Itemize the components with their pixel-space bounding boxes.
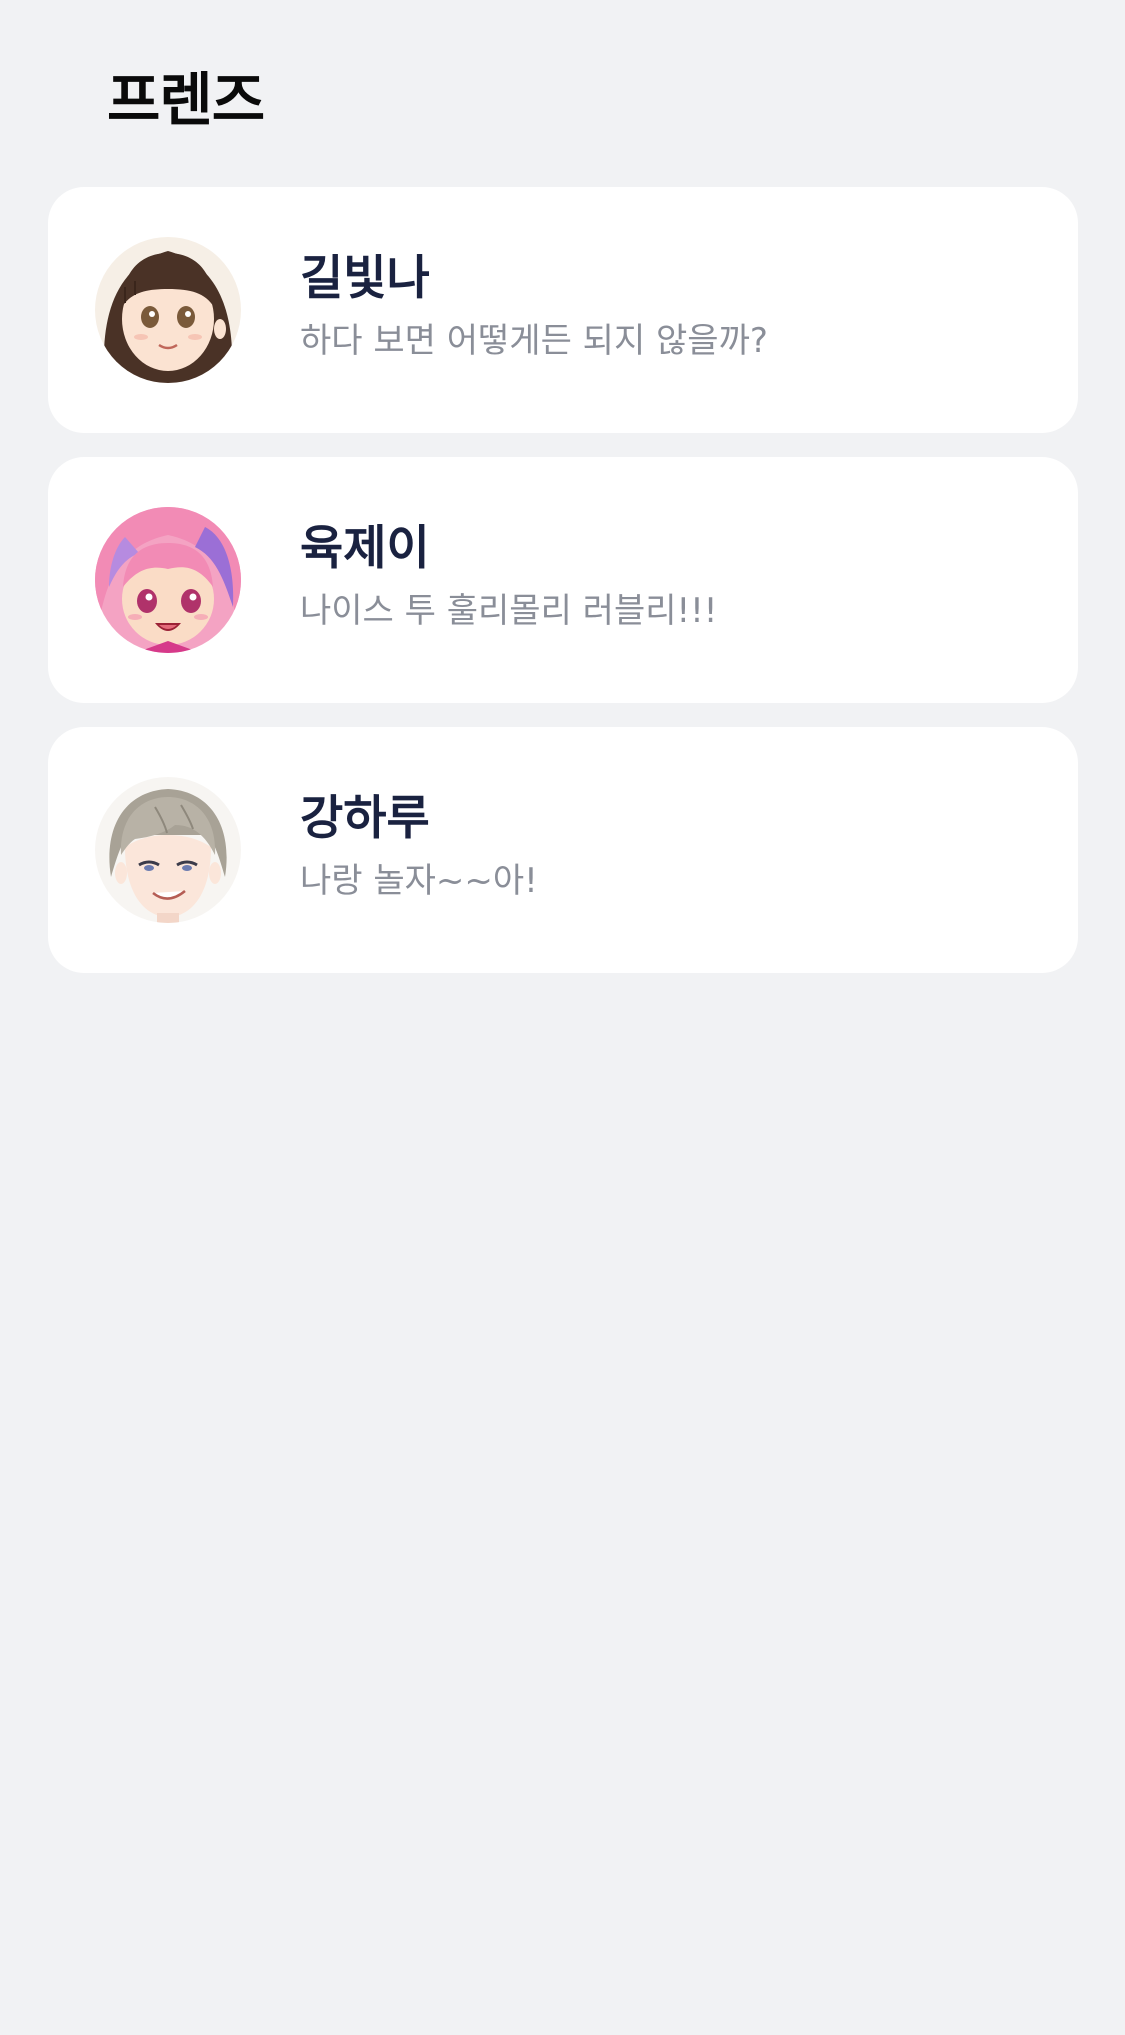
friend-status: 나랑 놀자~~아! — [300, 861, 538, 901]
avatar-girl-pink-hair-icon — [95, 507, 241, 653]
friend-status: 나이스 투 훌리몰리 러블리!!! — [300, 591, 718, 631]
friend-name: 육제이 — [300, 521, 430, 576]
friend-card-2[interactable]: 육제이 나이스 투 훌리몰리 러블리!!! — [48, 457, 1078, 703]
friend-status: 하다 보면 어떻게든 되지 않을까? — [300, 321, 768, 361]
friend-card-3[interactable]: 강하루 나랑 놀자~~아! — [48, 727, 1078, 973]
friend-name: 길빛나 — [300, 251, 430, 306]
page-title: 프렌즈 — [107, 66, 265, 134]
avatar-boy-gray-hair-icon — [95, 777, 241, 923]
friend-card-1[interactable]: 길빛나 하다 보면 어떻게든 되지 않을까? — [48, 187, 1078, 433]
friend-name: 강하루 — [300, 791, 430, 846]
friend-list: 길빛나 하다 보면 어떻게든 되지 않을까? 육제이 나이스 투 훌리몰리 러블… — [48, 187, 1078, 997]
avatar-girl-brown-bangs-icon — [95, 237, 241, 383]
